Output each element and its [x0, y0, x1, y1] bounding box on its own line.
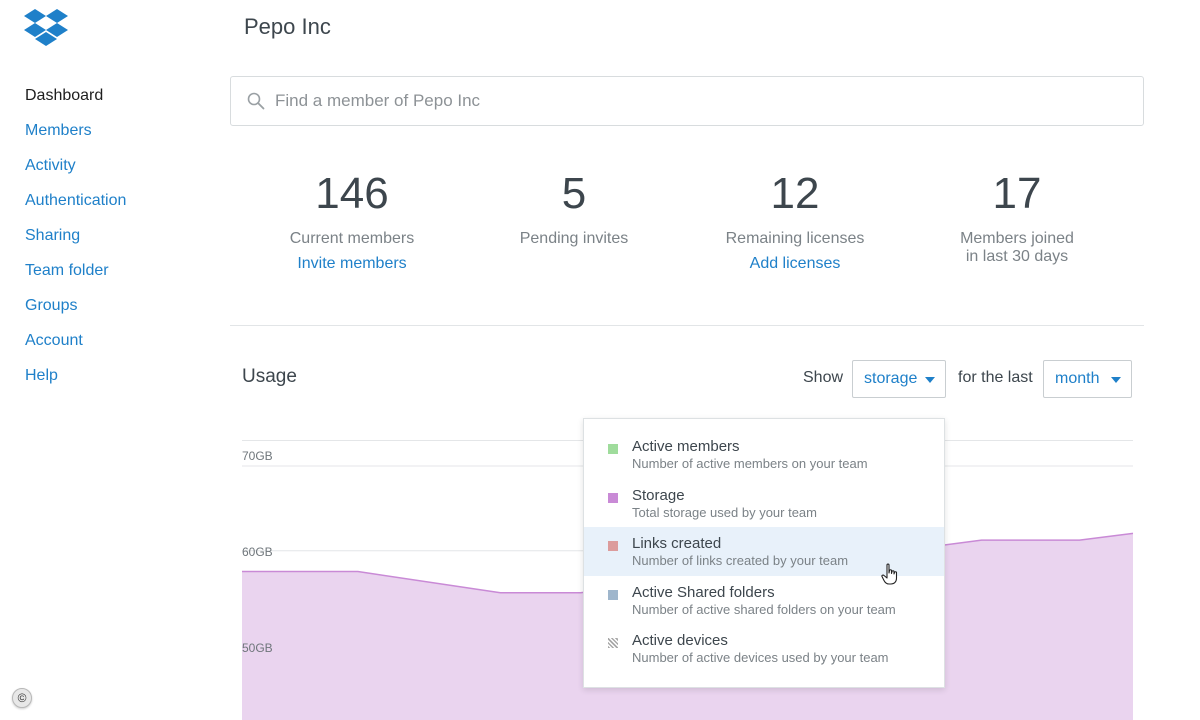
legend-swatch-icon: [608, 638, 618, 648]
legend-swatch-icon: [608, 589, 618, 600]
sidebar-nav: Dashboard Members Activity Authenticatio…: [25, 84, 205, 399]
add-licenses-link[interactable]: Add licenses: [685, 255, 905, 273]
option-title: Links created: [632, 535, 722, 552]
stat-remaining-licenses: 12 Remaining licenses Add licenses: [685, 168, 905, 273]
member-search-box[interactable]: [230, 76, 1144, 126]
option-title: Storage: [632, 486, 685, 504]
section-divider: [230, 325, 1144, 326]
stat-label: Pending invites: [519, 230, 629, 247]
period-select[interactable]: month: [1043, 360, 1132, 398]
copyright-icon[interactable]: ©: [12, 688, 32, 708]
legend-swatch-icon: [608, 541, 618, 551]
stat-value: 17: [992, 169, 1042, 218]
stat-value: 5: [561, 169, 587, 218]
option-title: Active members: [632, 438, 740, 455]
stat-label: Members joined: [960, 230, 1074, 247]
y-tick-label: 50GB: [242, 641, 273, 655]
sidebar-item-team-folder[interactable]: Team folder: [25, 259, 205, 294]
page-title: Pepo Inc: [244, 14, 331, 39]
y-tick-label: 70GB: [242, 449, 273, 463]
sidebar-item-dashboard[interactable]: Dashboard: [25, 84, 205, 119]
dropdown-option-storage[interactable]: Storage Total storage used by your team: [584, 479, 944, 528]
option-description: Number of active members on your team: [632, 456, 868, 471]
period-select-value: month: [1055, 370, 1100, 387]
dropdown-option-active-devices[interactable]: Active devices Number of active devices u…: [584, 624, 944, 673]
stat-label: Remaining licenses: [725, 230, 865, 247]
metric-dropdown-menu: Active members Number of active members o…: [583, 418, 945, 688]
stat-value: 12: [770, 169, 820, 218]
metric-select[interactable]: storage: [852, 360, 946, 398]
sidebar-item-help[interactable]: Help: [25, 364, 205, 399]
option-description: Number of active devices used by your te…: [632, 650, 889, 665]
stat-current-members: 146 Current members Invite members: [242, 168, 462, 273]
sidebar-item-members[interactable]: Members: [25, 119, 205, 154]
sidebar-item-account[interactable]: Account: [25, 329, 205, 364]
legend-swatch-icon: [608, 492, 618, 503]
chevron-down-icon: [1111, 377, 1121, 383]
stat-value: 146: [315, 169, 389, 218]
chevron-down-icon: [925, 377, 935, 383]
option-title: Active devices: [632, 632, 728, 649]
dropbox-logo-icon[interactable]: [24, 8, 68, 48]
sidebar-item-authentication[interactable]: Authentication: [25, 189, 205, 224]
sidebar-item-sharing[interactable]: Sharing: [25, 224, 205, 259]
option-description: Total storage used by your team: [632, 504, 817, 520]
dropdown-option-active-members[interactable]: Active members Number of active members o…: [584, 430, 944, 479]
stat-label: Current members: [289, 230, 415, 247]
show-label: Show: [803, 369, 844, 386]
metric-select-value: storage: [864, 370, 918, 387]
legend-swatch-icon: [608, 444, 618, 454]
sidebar-item-activity[interactable]: Activity: [25, 154, 205, 189]
search-input[interactable]: [275, 91, 1075, 111]
invite-members-link[interactable]: Invite members: [242, 255, 462, 273]
usage-section-title: Usage: [242, 366, 297, 387]
hand-cursor-icon: [881, 563, 898, 585]
for-the-last-label: for the last: [958, 369, 1033, 386]
option-description: Number of active shared folders on your …: [632, 601, 896, 617]
y-tick-label: 60GB: [242, 545, 273, 559]
stat-pending-invites: 5 Pending invites: [464, 168, 684, 248]
stat-label-secondary: in last 30 days: [965, 248, 1069, 265]
stat-members-joined: 17 Members joined in last 30 days: [907, 168, 1127, 266]
sidebar-item-groups[interactable]: Groups: [25, 294, 205, 329]
search-icon: [247, 92, 265, 110]
